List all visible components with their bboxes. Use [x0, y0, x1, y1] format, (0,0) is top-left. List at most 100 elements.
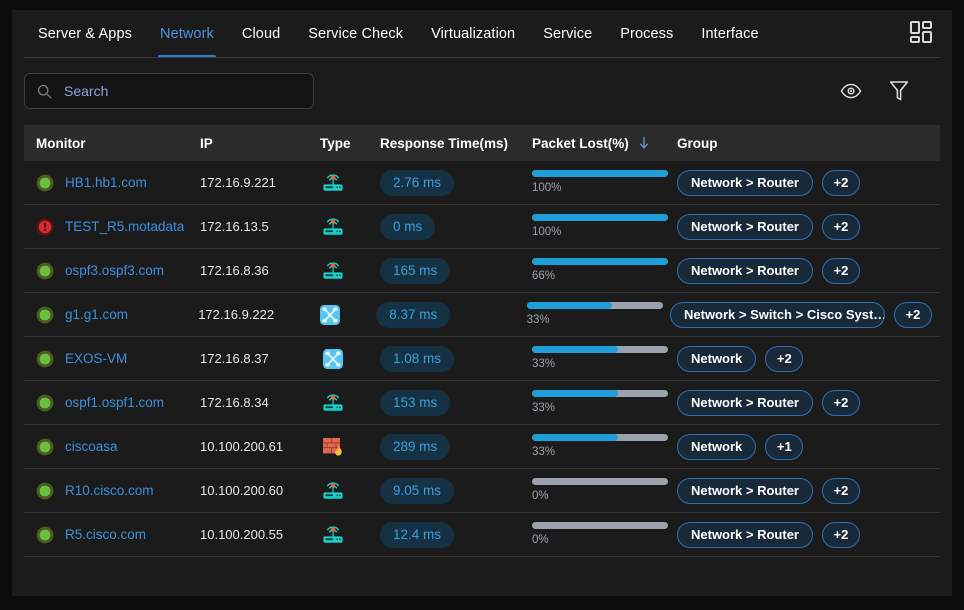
- group-overflow-badge[interactable]: +2: [822, 213, 860, 240]
- packet-lost-bar: [526, 302, 663, 310]
- cell-group: Network > Router +2: [677, 169, 940, 196]
- cell-type: [320, 258, 380, 284]
- cell-type: [320, 434, 380, 460]
- packet-lost-label: 0%: [532, 490, 549, 503]
- tab-cloud[interactable]: Cloud: [228, 10, 294, 58]
- cell-packet-lost: 33%: [526, 302, 670, 327]
- packet-lost-label: 0%: [532, 534, 549, 547]
- cell-response-time: 165 ms: [380, 257, 532, 284]
- table-row[interactable]: ospf3.ospf3.com 172.16.8.36 165 ms 66% Netwo…: [24, 249, 940, 293]
- group-badge[interactable]: Network > Router: [677, 169, 813, 196]
- group-badge[interactable]: Network > Router: [677, 477, 813, 504]
- table-body: HB1.hb1.com 172.16.9.221 2.76 ms 100% Networ…: [24, 161, 940, 557]
- group-overflow-badge[interactable]: +2: [822, 477, 860, 504]
- monitor-name-link[interactable]: ciscoasa: [65, 439, 118, 454]
- table-row[interactable]: R10.cisco.com 10.100.200.60 9.05 ms 0% Netwo…: [24, 469, 940, 513]
- column-header-type[interactable]: Type: [320, 136, 380, 151]
- status-ok-icon: [36, 174, 54, 192]
- cell-packet-lost: 33%: [532, 346, 677, 371]
- group-overflow-badge[interactable]: +2: [765, 345, 804, 372]
- tab-network[interactable]: Network: [146, 10, 228, 58]
- table-row[interactable]: HB1.hb1.com 172.16.9.221 2.76 ms 100% Networ…: [24, 161, 940, 205]
- tab-interface[interactable]: Interface: [687, 10, 772, 58]
- column-header-packet[interactable]: Packet Lost(%): [532, 136, 677, 151]
- sort-arrow-down-icon[interactable]: [638, 136, 650, 150]
- group-overflow-badge[interactable]: +2: [822, 521, 860, 548]
- ip-address: 172.16.13.5: [200, 219, 269, 234]
- tab-bar-divider: [24, 57, 940, 58]
- frame-edge-bottom: [0, 596, 964, 610]
- group-badge[interactable]: Network > Router: [677, 521, 813, 548]
- cell-group: Network > Router +2: [677, 521, 940, 548]
- tab-service[interactable]: Service: [529, 10, 606, 58]
- router-icon: [320, 170, 346, 196]
- dashboard-grid-icon[interactable]: [906, 17, 936, 47]
- packet-lost-label: 33%: [532, 446, 556, 459]
- monitor-name-link[interactable]: HB1.hb1.com: [65, 175, 147, 190]
- response-time-badge: 289 ms: [380, 433, 451, 460]
- group-overflow-badge[interactable]: +2: [822, 257, 860, 284]
- tab-label: Server & Apps: [38, 26, 132, 42]
- column-header-response[interactable]: Response Time(ms): [380, 136, 532, 151]
- ip-address: 10.100.200.60: [200, 483, 284, 498]
- monitor-name-link[interactable]: EXOS-VM: [65, 351, 127, 366]
- packet-lost-label: 33%: [532, 402, 556, 415]
- group-overflow-badge[interactable]: +2: [894, 301, 932, 328]
- status-ok-icon: [36, 394, 54, 412]
- search-box[interactable]: [24, 73, 314, 109]
- monitor-name-link[interactable]: TEST_R5.motadata: [65, 219, 184, 234]
- ip-address: 172.16.8.37: [200, 351, 269, 366]
- toolbar: [12, 62, 952, 120]
- group-overflow-badge[interactable]: +1: [765, 433, 804, 460]
- group-badge[interactable]: Network: [677, 433, 757, 460]
- group-overflow-badge[interactable]: +2: [822, 389, 860, 416]
- cell-ip: 172.16.8.34: [200, 395, 320, 410]
- cell-ip: 172.16.8.36: [200, 263, 320, 278]
- response-time-badge: 165 ms: [380, 257, 451, 284]
- group-overflow-badge[interactable]: +2: [822, 169, 860, 196]
- table-row[interactable]: ospf1.ospf1.com 172.16.8.34 153 ms 33% Netwo…: [24, 381, 940, 425]
- response-time-badge: 1.08 ms: [380, 345, 455, 372]
- tab-virtualization[interactable]: Virtualization: [417, 10, 529, 58]
- monitor-name-link[interactable]: R5.cisco.com: [65, 527, 146, 542]
- filter-funnel-icon[interactable]: [886, 78, 912, 104]
- group-badge[interactable]: Network > Switch > Cisco Syst…: [670, 301, 885, 328]
- group-badge[interactable]: Network > Router: [677, 257, 813, 284]
- cell-ip: 10.100.200.61: [200, 439, 320, 454]
- tab-process[interactable]: Process: [606, 10, 687, 58]
- response-time-badge: 2.76 ms: [380, 169, 455, 196]
- group-badge[interactable]: Network: [677, 345, 757, 372]
- tab-server-apps[interactable]: Server & Apps: [24, 10, 146, 58]
- group-badge[interactable]: Network > Router: [677, 213, 813, 240]
- column-header-group[interactable]: Group: [677, 136, 940, 151]
- tab-label: Service: [543, 26, 593, 42]
- column-header-label: Type: [320, 135, 351, 151]
- cell-type: [320, 214, 380, 240]
- cell-group: Network > Switch > Cisco Syst… +2: [670, 301, 940, 328]
- monitor-name-link[interactable]: g1.g1.com: [65, 307, 128, 322]
- search-input[interactable]: [64, 83, 301, 99]
- table-row[interactable]: ciscoasa 10.100.200.61 289 ms 33% Network +1: [24, 425, 940, 469]
- monitor-name-link[interactable]: ospf1.ospf1.com: [65, 395, 164, 410]
- table-row[interactable]: EXOS-VM 172.16.8.37 1.08 ms 33% Network +2: [24, 337, 940, 381]
- table-row[interactable]: g1.g1.com 172.16.9.222 8.37 ms 33% Network >…: [24, 293, 940, 337]
- packet-lost-bar-fill: [532, 434, 618, 442]
- tab-service-check[interactable]: Service Check: [294, 10, 417, 58]
- table-row[interactable]: R5.cisco.com 10.100.200.55 12.4 ms 0% Networ…: [24, 513, 940, 557]
- cell-monitor: TEST_R5.motadata: [24, 218, 200, 236]
- monitor-name-link[interactable]: R10.cisco.com: [65, 483, 154, 498]
- column-header-ip[interactable]: IP: [200, 136, 320, 151]
- eye-icon[interactable]: [838, 78, 864, 104]
- table-row[interactable]: TEST_R5.motadata 172.16.13.5 0 ms 100% Netwo…: [24, 205, 940, 249]
- cell-packet-lost: 33%: [532, 434, 677, 459]
- cell-type: [317, 302, 376, 328]
- table-header-row: Monitor IP Type Response Time(ms) Packet Los…: [24, 125, 940, 161]
- monitor-name-link[interactable]: ospf3.ospf3.com: [65, 263, 164, 278]
- cell-group: Network > Router +2: [677, 477, 940, 504]
- ip-address: 172.16.9.221: [200, 175, 276, 190]
- packet-lost-label: 33%: [526, 314, 550, 327]
- switch-icon: [320, 346, 346, 372]
- packet-lost-bar: [532, 214, 668, 222]
- group-badge[interactable]: Network > Router: [677, 389, 813, 416]
- column-header-monitor[interactable]: Monitor: [24, 136, 200, 151]
